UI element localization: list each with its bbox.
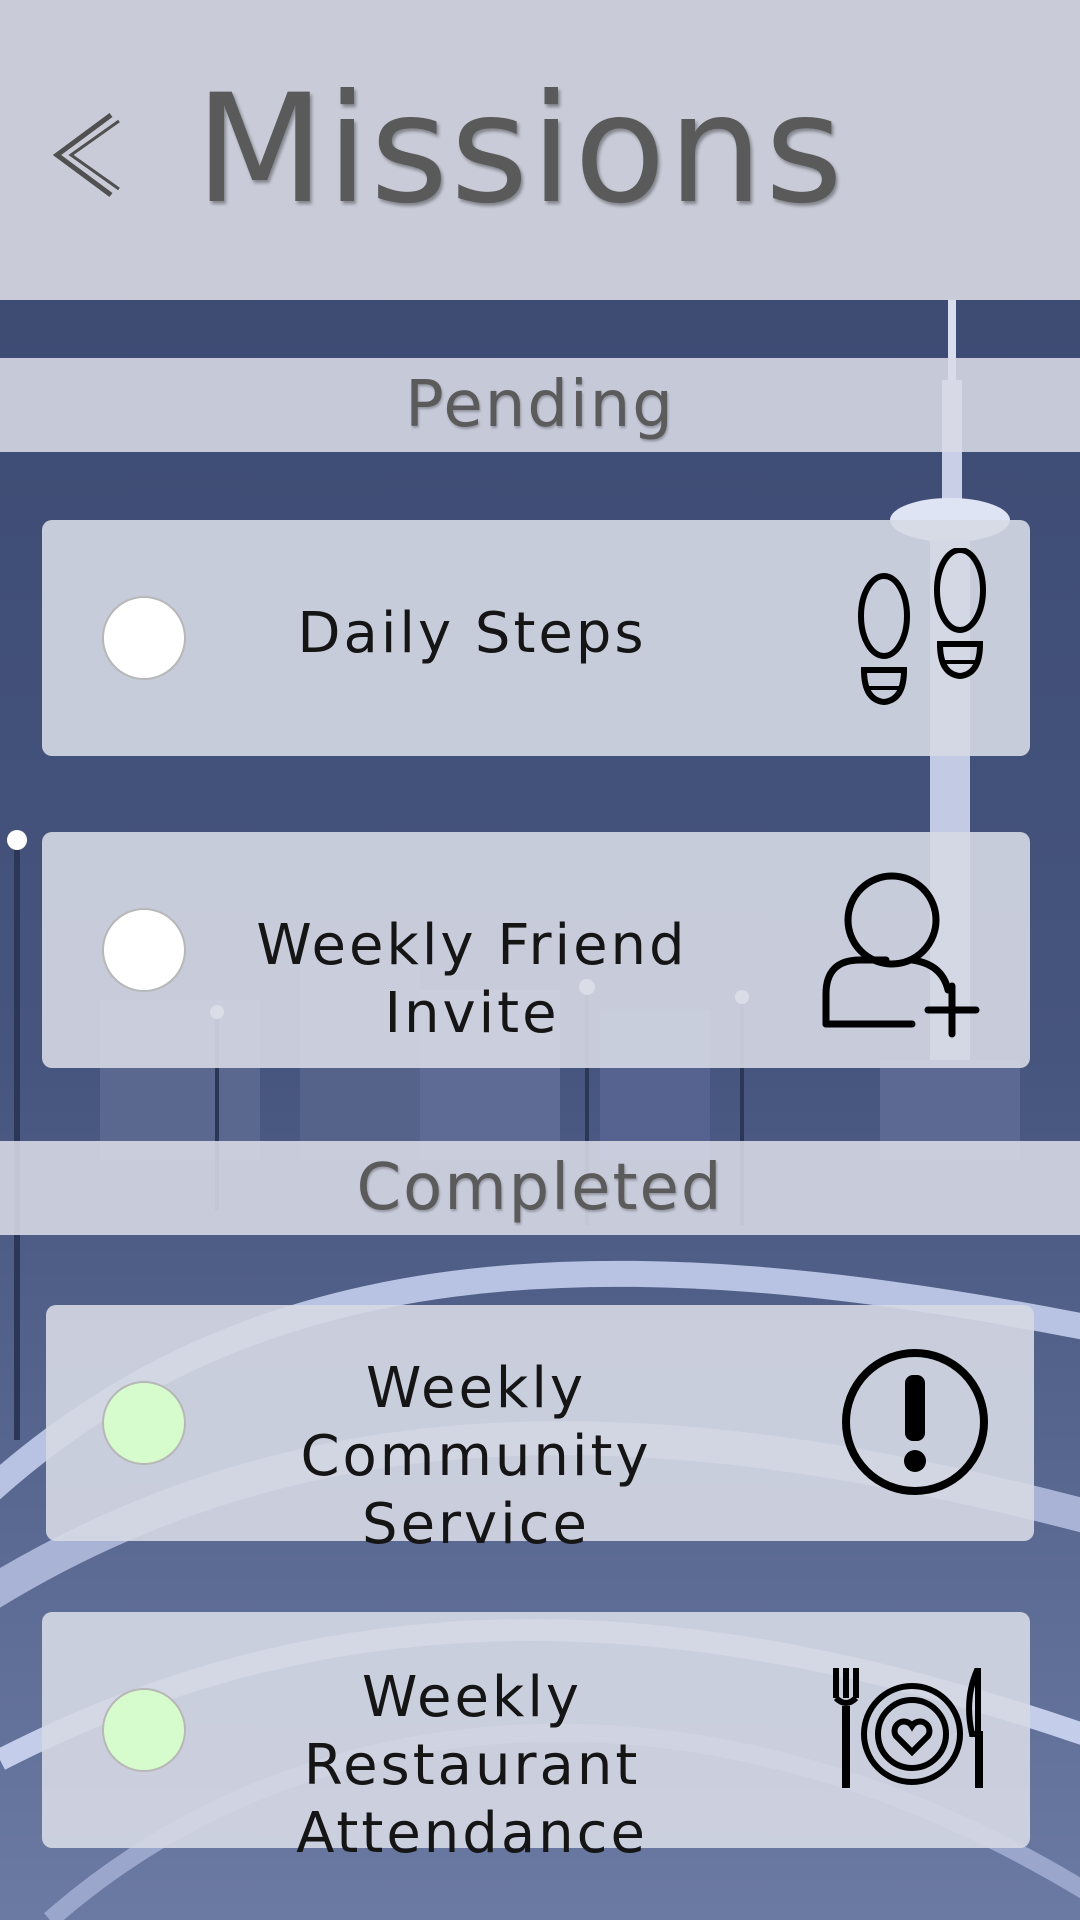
footsteps-icon [852,547,992,732]
header-bar: Missions [0,0,1080,300]
mission-label: Weekly Community Service [300,1356,652,1557]
mission-card-weekly-community-service[interactable]: Weekly Community Service [46,1305,1034,1557]
mission-status-checkbox[interactable] [102,596,186,680]
completed-section-header: Completed [0,1141,1080,1235]
mission-card-daily-steps[interactable]: Daily Steps [42,520,1030,756]
mission-label: Daily Steps [297,601,647,666]
add-friend-icon [822,868,992,1042]
mission-status-checkbox[interactable] [102,1381,186,1465]
mission-label: Weekly Friend Invite [256,913,688,1046]
page-title: Missions [194,63,846,237]
restaurant-plate-icon [832,1666,992,1792]
exclamation-circle-icon [840,1347,990,1501]
mission-card-weekly-restaurant-attendance[interactable]: Weekly Restaurant Attendance [42,1612,1030,1866]
mission-status-checkbox[interactable] [102,908,186,992]
mission-label: Weekly Restaurant Attendance [296,1665,648,1866]
pending-section-header: Pending [0,358,1080,452]
mission-status-checkbox[interactable] [102,1688,186,1772]
mission-card-weekly-friend-invite[interactable]: Weekly Friend Invite [42,832,1030,1068]
